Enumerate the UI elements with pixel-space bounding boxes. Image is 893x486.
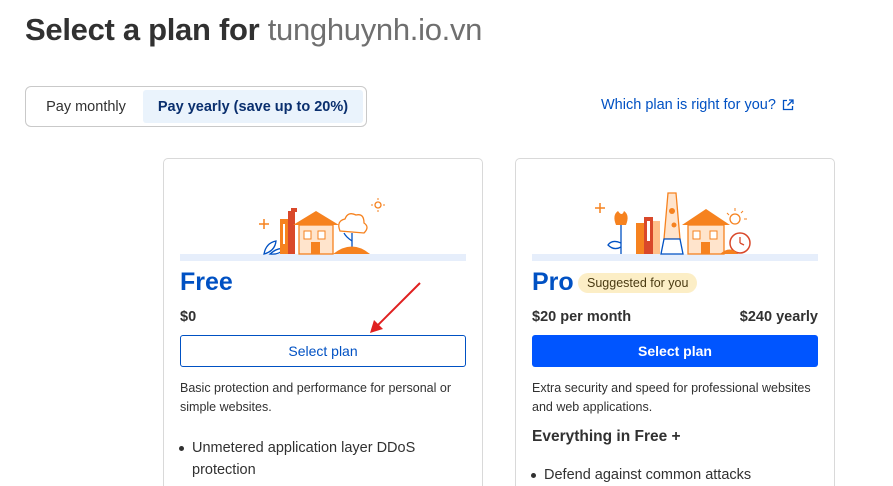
suggested-badge: Suggested for you (578, 273, 698, 293)
select-pro-plan-button[interactable]: Select plan (532, 335, 818, 367)
plan-name-pro: Pro (532, 268, 574, 296)
plan-card-free: Free $0 Select plan Basic protection and… (163, 158, 483, 486)
billing-period-toggle: Pay monthly Pay yearly (save up to 20%) (25, 86, 367, 127)
which-plan-link[interactable]: Which plan is right for you? (601, 97, 794, 113)
plan-description-pro: Extra security and speed for professiona… (532, 381, 811, 414)
pay-yearly-option[interactable]: Pay yearly (save up to 20%) (143, 90, 363, 123)
plan-price-free: $0 (180, 309, 197, 325)
plan-price-pro-yearly: $240 yearly (739, 309, 818, 325)
feature-list-pro: Defend against common attacks (531, 464, 818, 486)
plan-name-free: Free (180, 268, 233, 296)
feature-list-free: Unmetered application layer DDoS protect… (179, 437, 466, 481)
feature-item: Defend against common attacks (531, 464, 818, 486)
pay-monthly-option[interactable]: Pay monthly (29, 90, 143, 123)
which-plan-link-label: Which plan is right for you? (601, 97, 776, 113)
plan-price-pro-monthly: $20 per month (532, 309, 632, 325)
page-title: Select a plan for tunghuynh.io.vn (25, 12, 482, 48)
pro-features-heading: Everything in Free + (532, 428, 681, 445)
page-title-domain: tunghuynh.io.vn (267, 12, 483, 47)
select-free-plan-button[interactable]: Select plan (180, 335, 466, 367)
feature-item: Unmetered application layer DDoS protect… (179, 437, 466, 481)
external-link-icon (782, 99, 794, 111)
free-plan-illustration (180, 198, 466, 261)
pro-plan-illustration (532, 192, 818, 261)
plan-description-free: Basic protection and performance for per… (180, 381, 451, 414)
plan-card-pro: Pro Suggested for you $20 per month $240… (515, 158, 835, 486)
page-title-prefix: Select a plan for (25, 12, 260, 47)
